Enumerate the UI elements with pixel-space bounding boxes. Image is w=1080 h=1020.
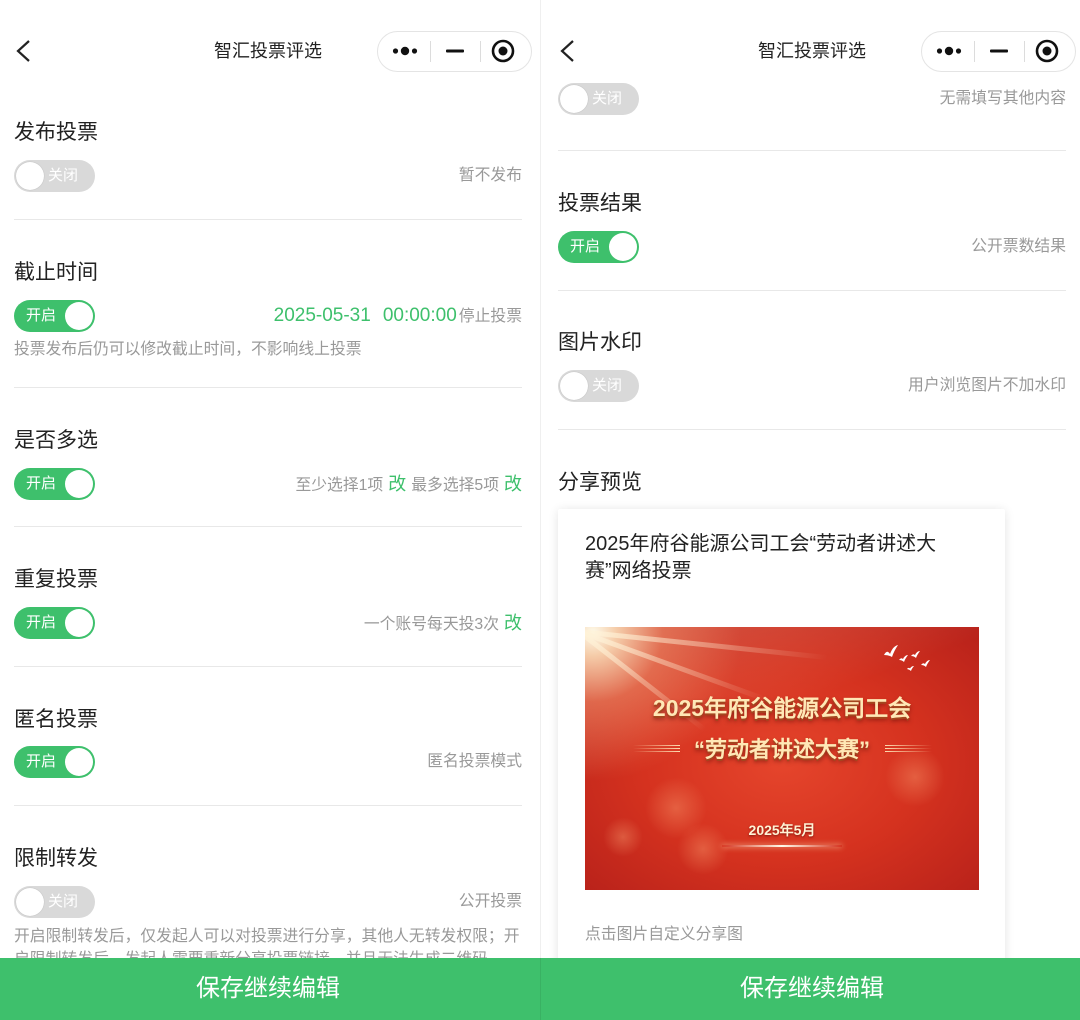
vote-result-status: 公开票数结果	[971, 238, 1066, 255]
minimize-icon[interactable]	[445, 41, 465, 61]
publish-toggle[interactable]: 关闭	[14, 160, 95, 192]
close-target-icon[interactable]	[1035, 39, 1059, 63]
anonymous-status: 匿名投票模式	[427, 753, 522, 770]
toggle-label: 关闭	[48, 167, 79, 184]
toggle-label: 开启	[26, 753, 57, 770]
watermark-status: 用户浏览图片不加水印	[908, 377, 1066, 394]
deadline-date[interactable]: 2025-05-31	[274, 305, 371, 326]
section-title-deadline: 截止时间	[14, 261, 98, 284]
restrict-share-status: 公开投票	[458, 893, 522, 910]
toggle-knob	[16, 888, 44, 916]
divider	[14, 526, 522, 527]
min-choice-text: 至少选择1项	[295, 477, 384, 494]
anonymous-toggle[interactable]: 开启	[14, 746, 95, 778]
section-title-multi-select: 是否多选	[14, 429, 98, 452]
more-dots-icon[interactable]	[390, 41, 420, 61]
publish-status: 暂不发布	[458, 167, 522, 184]
poster-title: 2025年府谷能源公司工会	[652, 695, 912, 721]
deadline-note: 投票发布后仍可以修改截止时间，不影响线上投票	[14, 341, 362, 358]
divider	[558, 290, 1066, 291]
toggle-label: 开启	[26, 614, 57, 631]
poster-decor-lines-right	[885, 744, 932, 753]
divider	[14, 805, 522, 806]
watermark-toggle[interactable]: 关闭	[558, 370, 639, 402]
screen-separator	[540, 0, 541, 958]
section-title-share-preview: 分享预览	[558, 471, 642, 494]
divider	[14, 666, 522, 667]
multi-select-row: 至少选择1项改最多选择5项改	[295, 472, 522, 498]
birds-icon	[884, 645, 930, 671]
repeat-vote-toggle[interactable]: 开启	[14, 607, 95, 639]
phone-screen-left: 智汇投票评选 发布投票 关闭 暂不发布 截止时间 开启 2025-05-31 00…	[0, 0, 536, 1020]
previous-option-status: 无需填写其他内容	[939, 90, 1066, 107]
more-dots-icon[interactable]	[934, 41, 964, 61]
repeat-rule-text: 一个账号每天投3次	[363, 616, 499, 633]
toggle-knob	[65, 302, 93, 330]
phone-screen-right: 智汇投票评选 关闭 无需填写其他内容 投票结果 开启 公开票数结果 图片水印 关…	[544, 0, 1080, 1020]
share-card-title: 2025年府谷能源公司工会“劳动者讲述大赛”网络投票	[585, 533, 937, 582]
toggle-label: 关闭	[48, 893, 79, 910]
capsule-divider	[480, 41, 481, 62]
toggle-label: 开启	[570, 238, 601, 255]
toggle-knob	[609, 233, 637, 261]
edit-repeat-button[interactable]: 改	[504, 613, 522, 633]
deadline-toggle[interactable]: 开启	[14, 300, 95, 332]
toggle-knob	[16, 162, 44, 190]
section-title-publish: 发布投票	[14, 121, 98, 144]
mini-program-capsule	[921, 31, 1076, 72]
deadline-time[interactable]: 00:00:00	[383, 305, 457, 326]
section-title-restrict-share: 限制转发	[14, 847, 98, 870]
share-preview-card: 2025年府谷能源公司工会“劳动者讲述大赛”网络投票 2025年府谷能源公司工会…	[558, 509, 1005, 1009]
toggle-knob	[65, 470, 93, 498]
capsule-divider	[974, 41, 975, 62]
divider	[558, 150, 1066, 151]
restrict-share-toggle[interactable]: 关闭	[14, 886, 95, 918]
customize-share-image-hint[interactable]: 点击图片自定义分享图	[585, 924, 743, 946]
previous-option-toggle[interactable]: 关闭	[558, 83, 639, 115]
divider	[14, 387, 522, 388]
multi-select-toggle[interactable]: 开启	[14, 468, 95, 500]
section-title-vote-result: 投票结果	[558, 192, 642, 215]
minimize-icon[interactable]	[989, 41, 1009, 61]
save-continue-button[interactable]: 保存继续编辑	[0, 958, 536, 1020]
toggle-label: 开启	[26, 307, 57, 324]
deadline-row: 2025-05-31 00:00:00 停止投票	[274, 304, 522, 329]
mini-program-capsule	[377, 31, 532, 72]
vote-result-toggle[interactable]: 开启	[558, 231, 639, 263]
capsule-divider	[1024, 41, 1025, 62]
poster-glow-line	[722, 845, 842, 847]
max-choice-text: 最多选择5项	[411, 477, 499, 494]
divider	[558, 429, 1066, 430]
section-title-watermark: 图片水印	[558, 331, 642, 354]
repeat-vote-row: 一个账号每天投3次改	[364, 611, 522, 637]
toggle-label: 关闭	[592, 377, 623, 394]
stop-voting-button[interactable]: 停止投票	[459, 308, 522, 325]
section-title-anonymous: 匿名投票	[14, 708, 98, 731]
toggle-knob	[560, 372, 588, 400]
section-title-repeat-vote: 重复投票	[14, 568, 98, 591]
toggle-label: 关闭	[592, 90, 623, 107]
toggle-knob	[560, 85, 588, 113]
close-target-icon[interactable]	[491, 39, 515, 63]
poster-date: 2025年5月	[748, 822, 816, 838]
capsule-divider	[430, 41, 431, 62]
divider	[14, 219, 522, 220]
bar-separator	[540, 958, 541, 1020]
toggle-knob	[65, 748, 93, 776]
toggle-knob	[65, 609, 93, 637]
save-continue-button[interactable]: 保存继续编辑	[544, 958, 1080, 1020]
edit-max-button[interactable]: 改	[504, 474, 522, 494]
toggle-label: 开启	[26, 475, 57, 492]
share-poster-image[interactable]: 2025年府谷能源公司工会 “劳动者讲述大赛” 2025年5月	[585, 627, 979, 890]
edit-min-button[interactable]: 改	[388, 474, 406, 494]
